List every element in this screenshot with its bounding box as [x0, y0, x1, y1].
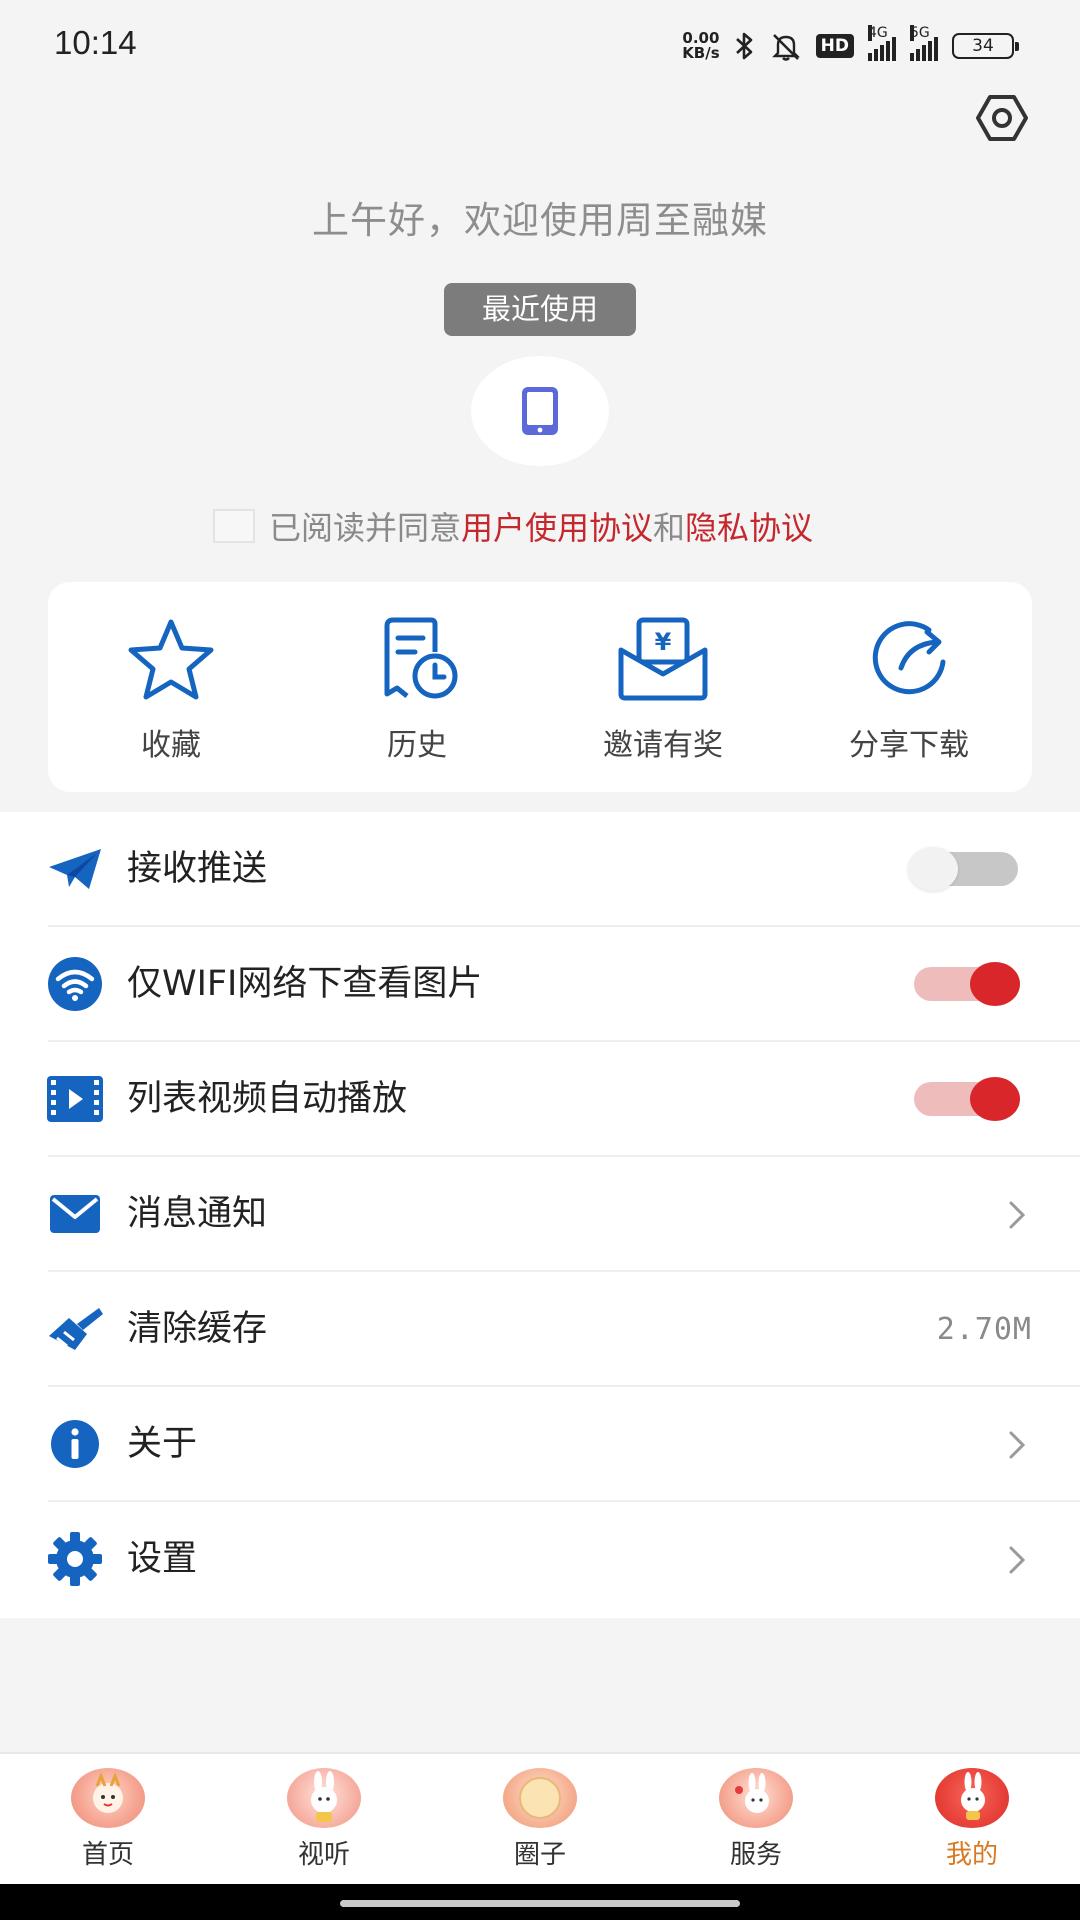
history-icon — [384, 617, 458, 699]
battery-icon: 34 — [952, 33, 1019, 59]
setting-row-push: 接收推送 — [0, 812, 1080, 927]
setting-row-notifications[interactable]: 消息通知 — [0, 1157, 1080, 1272]
tab-mine-icon — [935, 1768, 1009, 1828]
tab-label: 我的 — [945, 1840, 998, 1870]
cache-size-value: 2.70M — [936, 1312, 1032, 1347]
bluetooth-icon — [735, 32, 752, 60]
status-time: 10:14 — [54, 24, 137, 61]
signal-4g-icon: 4G — [868, 25, 896, 61]
gesture-bar — [0, 1884, 1080, 1920]
quick-action-invite[interactable]: ¥ 邀请有奖 — [540, 582, 786, 792]
quick-action-favorites[interactable]: 收藏 — [48, 582, 294, 792]
agreement-row: 已阅读并同意 用户使用协议 和 隐私协议 — [213, 503, 813, 549]
svg-text:¥: ¥ — [655, 628, 672, 656]
toggle-knob — [970, 962, 1020, 1006]
tab-label: 视听 — [297, 1840, 350, 1870]
tab-label: 服务 — [729, 1840, 782, 1870]
setting-label: 清除缓存 — [127, 1309, 268, 1349]
phone-icon — [522, 387, 558, 435]
status-icons: 0.00 KB/s HD 4G 5G 34 — [682, 25, 1019, 66]
quick-action-share[interactable]: 分享下载 — [786, 582, 1032, 792]
user-agreement-link[interactable]: 用户使用协议 — [461, 503, 653, 549]
phone-login-button[interactable] — [471, 356, 609, 466]
tab-media-icon — [287, 1768, 361, 1828]
quick-actions-card: 收藏 历史 ¥ 邀请有奖 分享下载 — [48, 582, 1032, 792]
quick-action-history[interactable]: 历史 — [294, 582, 540, 792]
chevron-right-icon — [1009, 1431, 1026, 1459]
setting-label: 关于 — [127, 1424, 198, 1464]
network-speed-unit: KB/s — [682, 44, 720, 62]
settings-gear-icon[interactable] — [975, 94, 1029, 142]
setting-label: 接收推送 — [127, 849, 268, 889]
quick-action-label: 分享下载 — [849, 728, 969, 763]
privacy-policy-link[interactable]: 隐私协议 — [685, 503, 813, 549]
agreement-checkbox[interactable] — [213, 509, 255, 543]
share-icon — [872, 621, 946, 695]
tab-mine[interactable]: 我的 — [864, 1754, 1080, 1886]
wifi-images-toggle[interactable] — [914, 962, 1020, 1006]
red-envelope-icon: ¥ — [618, 617, 708, 701]
push-toggle[interactable] — [908, 847, 1018, 891]
toggle-knob — [970, 1077, 1020, 1121]
video-icon — [46, 1070, 104, 1128]
chevron-right-icon — [1009, 1201, 1026, 1229]
setting-row-about[interactable]: 关于 — [0, 1387, 1080, 1502]
agreement-prefix: 已阅读并同意 — [269, 509, 462, 547]
tab-home[interactable]: 首页 — [0, 1754, 216, 1886]
setting-label: 仅WIFI网络下查看图片 — [127, 964, 483, 1004]
broom-icon — [46, 1300, 104, 1358]
toggle-knob — [908, 847, 958, 891]
tab-label: 首页 — [81, 1840, 134, 1870]
signal-5g-icon: 5G — [910, 25, 938, 61]
tab-media[interactable]: 视听 — [216, 1754, 432, 1886]
agreement-and: 和 — [653, 509, 686, 547]
quick-action-label: 收藏 — [141, 728, 201, 763]
tab-services[interactable]: 服务 — [648, 1754, 864, 1886]
mute-bell-icon — [771, 34, 800, 61]
signal-4g-label: 4G — [868, 25, 888, 41]
hd-icon: HD — [815, 34, 854, 58]
signal-5g-label: 5G — [910, 25, 930, 41]
autoplay-toggle[interactable] — [914, 1077, 1020, 1121]
network-speed: 0.00 KB/s — [682, 31, 719, 61]
setting-label: 消息通知 — [127, 1194, 268, 1234]
gear-icon — [46, 1530, 104, 1588]
setting-row-settings[interactable]: 设置 — [0, 1502, 1080, 1617]
mail-icon — [46, 1185, 104, 1243]
setting-row-autoplay: 列表视频自动播放 — [0, 1042, 1080, 1157]
setting-label: 设置 — [127, 1539, 198, 1579]
star-icon — [128, 619, 214, 700]
quick-action-label: 历史 — [387, 728, 447, 763]
recent-used-label: 最近使用 — [444, 283, 636, 336]
setting-label: 列表视频自动播放 — [127, 1079, 408, 1119]
bottom-tab-bar: 首页 视听 圈子 服务 我的 — [0, 1752, 1080, 1886]
setting-row-clear-cache[interactable]: 清除缓存 2.70M — [0, 1272, 1080, 1387]
chevron-right-icon — [1009, 1546, 1026, 1574]
status-bar: 10:14 0.00 KB/s HD 4G 5G 34 — [0, 0, 1080, 90]
tab-home-icon — [71, 1768, 145, 1828]
tab-services-icon — [719, 1768, 793, 1828]
info-icon — [46, 1415, 104, 1473]
greeting-text: 上午好，欢迎使用周至融媒 — [312, 199, 768, 242]
wifi-icon — [46, 955, 104, 1013]
tab-circle-icon — [503, 1768, 577, 1828]
home-indicator[interactable] — [340, 1900, 740, 1907]
tab-circle[interactable]: 圈子 — [432, 1754, 648, 1886]
tab-label: 圈子 — [513, 1840, 566, 1870]
setting-row-wifi-images: 仅WIFI网络下查看图片 — [0, 927, 1080, 1042]
settings-list: 接收推送 仅WIFI网络下查看图片 列表视频自动播放 消息通知 清除缓存 2.7… — [0, 812, 1080, 1618]
quick-action-label: 邀请有奖 — [603, 728, 723, 763]
paper-plane-icon — [46, 840, 104, 898]
